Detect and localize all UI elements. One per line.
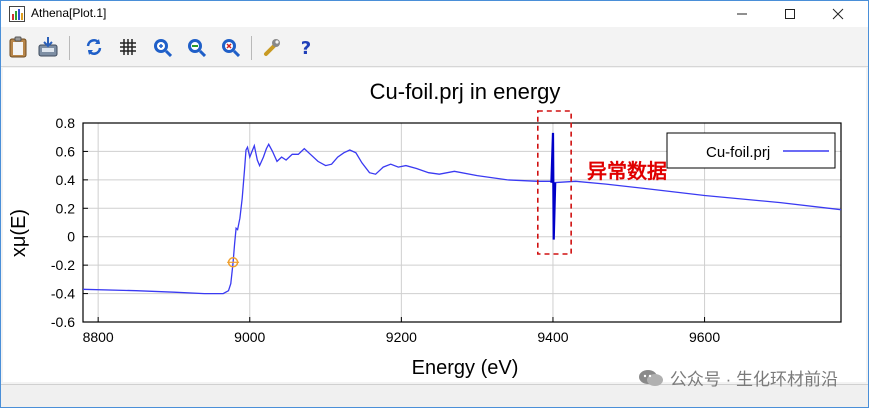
save-button[interactable]	[36, 35, 60, 59]
x-tick-label: 9000	[234, 329, 265, 345]
grid-button[interactable]	[116, 35, 140, 59]
maximize-button[interactable]	[767, 1, 813, 27]
svg-text:?: ?	[301, 38, 311, 57]
x-tick-label: 9200	[386, 329, 417, 345]
plot-area[interactable]: 8800 9000 9200 9400 9600 -0.6 -0.4 -0.2 0 0.2 0.4 0…	[3, 68, 866, 382]
close-button[interactable]	[815, 1, 861, 27]
help-button[interactable]: ?	[294, 35, 318, 59]
app-icon	[9, 6, 25, 22]
energy-chart: 8800 9000 9200 9400 9600 -0.6 -0.4 -0.2 0 0.2 0.4 0…	[8, 79, 842, 379]
anomaly-spike	[550, 132, 557, 240]
x-tick-label: 9600	[689, 329, 720, 345]
refresh-button[interactable]	[82, 35, 106, 59]
y-tick-label: -0.4	[51, 286, 75, 302]
y-tick-label: -0.2	[51, 257, 75, 273]
legend: Cu-foil.prj	[666, 132, 836, 169]
x-tick-label: 9400	[537, 329, 568, 345]
zoom-out-icon	[188, 39, 206, 57]
wechat-icon	[638, 369, 663, 386]
toolbar: ?	[1, 28, 868, 67]
help-icon: ?	[301, 38, 311, 57]
grid-icon	[120, 39, 136, 55]
anomaly-annotation: 异常数据	[587, 159, 667, 183]
zoom-reset-button[interactable]	[218, 35, 242, 59]
legend-entry-label: Cu-foil.prj	[706, 144, 770, 161]
y-tick-label: 0	[67, 229, 75, 245]
y-tick-label: 0.2	[56, 200, 76, 216]
minimize-button[interactable]	[719, 1, 765, 27]
refresh-icon	[86, 39, 102, 55]
window-title: Athena[Plot.1]	[31, 6, 107, 20]
zoom-out-button[interactable]	[184, 35, 208, 59]
zoom-reset-icon	[222, 39, 240, 57]
y-axis-label: xμ(E)	[8, 209, 30, 257]
y-tick-label: 0.4	[56, 172, 76, 188]
wrench-icon	[264, 39, 280, 56]
minimize-icon	[737, 13, 747, 15]
copy-button[interactable]	[6, 35, 30, 59]
watermark: 公众号 · 生化环材前沿	[638, 365, 838, 390]
watermark-text: 公众号 · 生化环材前沿	[669, 370, 838, 389]
settings-button[interactable]	[260, 35, 284, 59]
save-icon	[38, 37, 58, 57]
athena-plot-window: Athena[Plot.1] ? 8800 9000 9200 9400 960…	[0, 0, 869, 408]
close-icon	[832, 8, 844, 20]
maximize-icon	[785, 9, 795, 19]
x-axis-label: Energy (eV)	[412, 357, 519, 379]
zoom-in-icon	[154, 39, 172, 57]
clipboard-icon	[9, 36, 27, 58]
chart-title: Cu-foil.prj in energy	[370, 79, 561, 104]
y-tick-label: 0.8	[56, 115, 76, 131]
y-tick-label: 0.6	[56, 143, 76, 159]
zoom-in-button[interactable]	[150, 35, 174, 59]
x-tick-label: 8800	[83, 329, 114, 345]
title-bar[interactable]: Athena[Plot.1]	[1, 1, 868, 27]
y-tick-label: -0.6	[51, 314, 75, 330]
